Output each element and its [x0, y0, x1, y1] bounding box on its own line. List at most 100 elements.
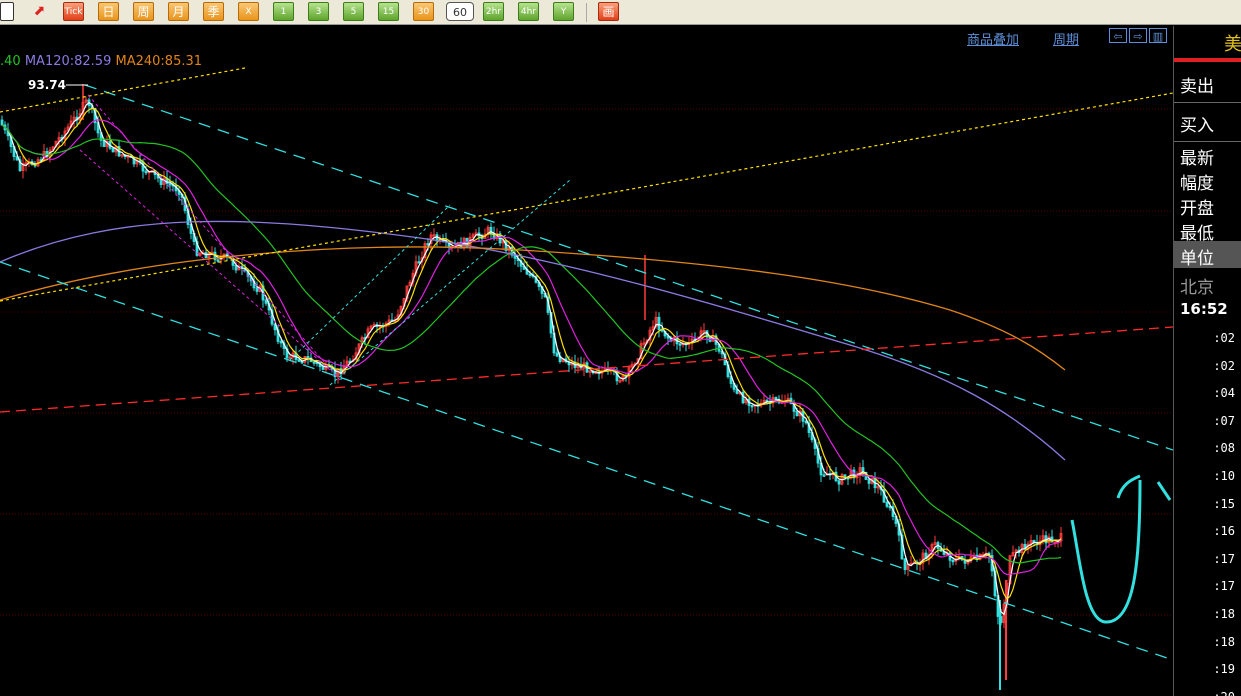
ma-legend: .40 MA120:82.59 MA240:85.31: [0, 54, 202, 69]
ma-legend-ma240: MA240:85.31: [115, 54, 203, 69]
candle-body: [255, 287, 259, 292]
sell-label[interactable]: 卖出: [1180, 72, 1214, 97]
high-price-label: 93.74: [28, 78, 66, 92]
time-tick: :18: [1213, 634, 1235, 649]
period-x-button[interactable]: X: [238, 2, 259, 21]
candle-body: [426, 243, 430, 246]
candle-body: [279, 341, 283, 344]
period-day-button[interactable]: 日: [98, 2, 119, 21]
candle-body: [417, 261, 421, 264]
period-quarter-button[interactable]: 季: [203, 2, 224, 21]
candle-body: [204, 252, 208, 259]
candle-body: [774, 397, 778, 400]
open-price-label: 开盘: [1180, 199, 1214, 219]
ma-legend-ma120: MA120:82.59: [24, 54, 112, 69]
nav-arrows[interactable]: ⇦ ⇨ ▥: [1109, 28, 1171, 44]
quote-title-underline: [1174, 58, 1241, 62]
candle-body: [111, 147, 115, 153]
buy-label[interactable]: 买入: [1180, 111, 1214, 136]
candle-body: [795, 410, 799, 417]
candle-body: [321, 366, 325, 370]
candle-body: [903, 558, 907, 571]
time-tick: :18: [1213, 607, 1235, 621]
period-year-button[interactable]: Y: [553, 2, 574, 21]
upper-trend-line: [0, 92, 1173, 302]
candle-body: [306, 356, 310, 359]
period-month-button[interactable]: 月: [168, 2, 189, 21]
period-5m-button[interactable]: 5: [343, 2, 364, 21]
period-week-button[interactable]: 周: [133, 2, 154, 21]
time-tick: :02: [1213, 358, 1235, 373]
panel-divider: [1174, 141, 1241, 142]
arrow-left-icon[interactable]: ⇦: [1109, 28, 1127, 43]
time-tick: :20: [1181, 690, 1235, 696]
draw-button[interactable]: 画: [598, 2, 619, 21]
toolbar-separator: [586, 3, 587, 22]
hand-drawn-curve: [1116, 474, 1141, 499]
period-2hr-button[interactable]: 2hr: [483, 2, 504, 21]
hand-drawn-curve: [1070, 479, 1142, 624]
time-tick: :02: [1213, 331, 1235, 345]
time-tick: :17: [1213, 579, 1235, 594]
time-tick: :08: [1213, 441, 1235, 456]
candle-body: [144, 170, 148, 174]
line-chart-icon[interactable]: ⬈: [29, 2, 50, 21]
candle-body: [528, 273, 532, 277]
period-15m-button[interactable]: 15: [378, 2, 399, 21]
time-tick: :15: [1213, 496, 1235, 511]
candle-body: [678, 343, 682, 346]
menu-icon[interactable]: [0, 2, 14, 21]
ma120-line: [0, 220, 1066, 461]
time-tick: :07: [1213, 413, 1235, 428]
period-3m-button[interactable]: 3: [308, 2, 329, 21]
candle-body: [867, 479, 871, 484]
candle-body: [750, 405, 754, 408]
candle-body: [312, 361, 316, 364]
period-60m-button[interactable]: 60: [446, 2, 474, 21]
period-30m-button[interactable]: 30: [413, 2, 434, 21]
ma240-line: [0, 246, 1066, 371]
location-label: 北京: [1180, 278, 1214, 298]
candle-body: [216, 259, 220, 262]
split-view-icon[interactable]: ▥: [1149, 28, 1167, 43]
candle-body: [0, 119, 4, 126]
time-tick: :10: [1213, 469, 1235, 483]
change-amplitude-label: 幅度: [1180, 174, 1214, 194]
candle-body: [234, 265, 238, 271]
period-link[interactable]: 周期: [1053, 29, 1079, 48]
candle-body: [264, 299, 268, 304]
tick-button[interactable]: Tick: [63, 2, 84, 21]
candle-body: [951, 559, 955, 563]
price-chart[interactable]: 93.74: [0, 26, 1173, 696]
clock-time: 16:52: [1180, 300, 1228, 318]
latest-price-label: 最新: [1180, 149, 1214, 169]
quote-title: 美: [1224, 34, 1241, 55]
hand-drawn-curve: [1156, 481, 1172, 501]
candle-body: [741, 391, 745, 404]
candle-body: [885, 501, 889, 507]
period-1m-button[interactable]: 1: [273, 2, 294, 21]
candle-body: [822, 474, 826, 477]
overlay-link[interactable]: 商品叠加: [967, 29, 1019, 48]
time-tick: :16: [1213, 524, 1235, 539]
time-tick: :19: [1213, 662, 1235, 677]
candle-body: [555, 352, 559, 357]
candle-body: [837, 480, 841, 485]
toolbar: ⬈ Tick 日 周 月 季 X 1 3 5 15 30 60 2hr 4hr …: [0, 0, 1241, 25]
period-4hr-button[interactable]: 4hr: [518, 2, 539, 21]
unit-label: 单位: [1180, 249, 1214, 269]
candle-body: [297, 359, 301, 362]
fan-line: [289, 204, 451, 361]
arrow-right-icon[interactable]: ⇨: [1129, 28, 1147, 43]
time-tick: :04: [1213, 386, 1235, 401]
ma-legend-short: .40: [0, 54, 21, 69]
quote-panel: 美 卖出 买入 最新 幅度 开盘 最低 单位 北京 16:52 :02:02:0…: [1173, 26, 1241, 696]
candle-body: [657, 316, 661, 331]
candle-body: [168, 183, 172, 186]
ma-20-line: [1, 124, 1062, 564]
channel-upper-line: [84, 84, 1173, 451]
fan-line: [87, 94, 341, 381]
fan-line: [79, 149, 331, 371]
time-tick: :17: [1213, 551, 1235, 566]
panel-divider: [1174, 102, 1241, 103]
